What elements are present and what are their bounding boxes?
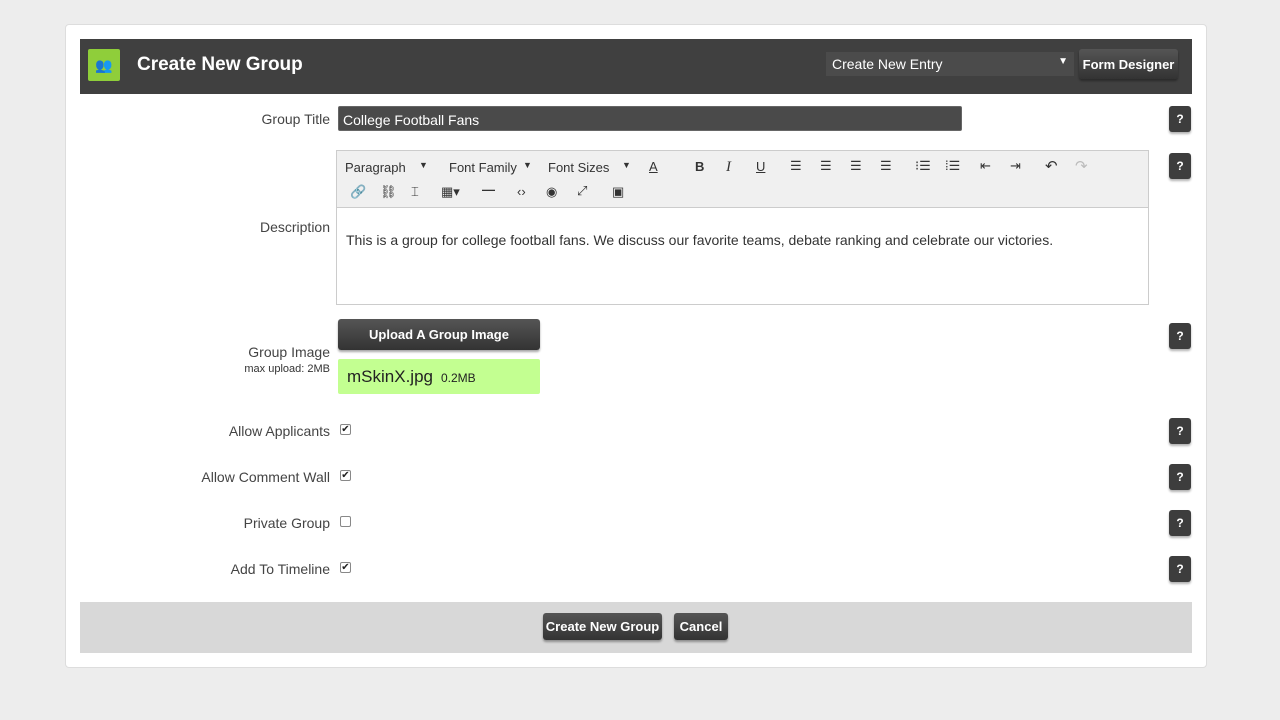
private-group-checkbox[interactable] [340,516,351,527]
description-editor: Paragraph ▼ Font Family ▼ Font Sizes ▼ A B … [336,150,1149,305]
create-group-button[interactable]: Create New Group [543,613,662,640]
allow-comment-wall-checkbox[interactable]: ✔ [340,470,351,481]
group-title-label: Group Title [261,111,330,127]
help-button[interactable]: ? [1169,556,1191,582]
font-sizes-dropdown[interactable]: Font Sizes [548,160,609,175]
group-icon: 👥 [88,49,120,81]
preview-icon[interactable]: ◉ [546,184,557,200]
table-icon[interactable]: ▦▾ [441,184,460,200]
horizontal-rule-icon[interactable]: — [482,182,495,197]
help-button[interactable]: ? [1169,323,1191,349]
paragraph-dropdown[interactable]: Paragraph [345,160,406,175]
form-footer: Create New Group Cancel [80,602,1192,653]
code-icon[interactable]: ‹› [517,184,526,199]
uploaded-file: mSkinX.jpg 0.2MB [338,359,540,394]
fullscreen-icon[interactable]: ⤢ [577,183,587,199]
upload-image-button[interactable]: Upload A Group Image [338,319,540,350]
private-group-label: Private Group [243,515,330,531]
undo-icon[interactable]: ↶ [1045,157,1058,175]
help-button[interactable]: ? [1169,106,1191,132]
allow-applicants-label: Allow Applicants [228,423,330,439]
redo-icon[interactable]: ↷ [1075,157,1088,175]
chevron-down-icon: ▼ [1058,56,1068,67]
group-title-input[interactable]: College Football Fans [338,106,962,131]
help-button[interactable]: ? [1169,418,1191,444]
description-content[interactable]: This is a group for college football fan… [337,208,1148,272]
help-button[interactable]: ? [1169,510,1191,536]
align-left-icon[interactable]: ☰ [790,158,802,174]
form-designer-button[interactable]: Form Designer [1079,49,1178,79]
unlink-icon[interactable]: ⛓ [380,184,397,200]
bold-icon[interactable]: B [695,159,704,174]
group-image-label: Group Image [248,344,330,360]
entry-select[interactable]: Create New Entry ▼ [826,52,1074,76]
link-icon[interactable]: 🔗 [350,184,366,200]
page-break-icon[interactable]: ⌶ [411,184,419,200]
bullet-list-icon[interactable]: ⁝☰ [915,158,931,174]
file-name: mSkinX.jpg [347,367,433,386]
allow-applicants-checkbox[interactable]: ✔ [340,424,351,435]
chevron-down-icon: ▼ [622,160,631,170]
allow-comment-wall-label: Allow Comment Wall [201,469,330,485]
numbered-list-icon[interactable]: ⁞☰ [945,158,960,174]
file-size: 0.2MB [440,371,476,385]
page-title: Create New Group [137,54,303,75]
outdent-icon[interactable]: ⇤ [980,158,991,174]
add-to-timeline-label: Add To Timeline [230,561,330,577]
indent-icon[interactable]: ⇥ [1010,158,1021,174]
help-button[interactable]: ? [1169,153,1191,179]
entry-select-value: Create New Entry [832,56,943,72]
add-to-timeline-checkbox[interactable]: ✔ [340,562,351,573]
page-header: 👥 Create New Group Create New Entry ▼ For… [80,39,1192,94]
chevron-down-icon: ▼ [523,160,532,170]
chevron-down-icon: ▼ [419,160,428,170]
description-label: Description [259,219,330,235]
underline-icon[interactable]: U [756,159,765,174]
editor-toolbar: Paragraph ▼ Font Family ▼ Font Sizes ▼ A B … [337,151,1148,208]
font-family-dropdown[interactable]: Font Family [449,160,517,175]
italic-icon[interactable]: I [726,159,731,176]
justify-icon[interactable]: ☰ [880,158,892,174]
upload-hint: max upload: 2MB [244,363,330,375]
align-right-icon[interactable]: ☰ [850,158,862,174]
help-button[interactable]: ? [1169,464,1191,490]
align-center-icon[interactable]: ☰ [820,158,832,174]
text-color-icon[interactable]: A [649,159,658,174]
media-icon[interactable]: ▣ [612,184,624,200]
cancel-button[interactable]: Cancel [674,613,728,640]
